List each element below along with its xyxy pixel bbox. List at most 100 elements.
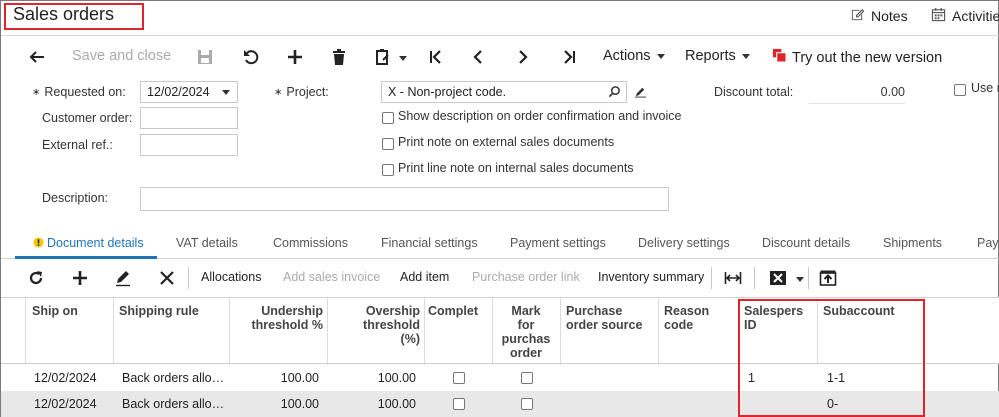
header-reason-code[interactable]: Reason code xyxy=(664,304,709,332)
refresh-icon[interactable] xyxy=(26,268,46,288)
customer-order-label: Customer order: xyxy=(42,111,133,125)
clipboard-dropdown-caret-icon[interactable] xyxy=(399,56,407,61)
header-undership-threshold[interactable]: Undership threshold % xyxy=(231,304,323,332)
tab-payment-settings[interactable]: Payment settings xyxy=(510,236,606,250)
last-record-icon[interactable] xyxy=(559,47,579,67)
header-mark-line4: order xyxy=(510,346,542,360)
reports-label: Reports xyxy=(685,48,736,64)
edit-row-icon[interactable] xyxy=(113,268,133,288)
print-note-external-checkbox[interactable] xyxy=(382,138,394,150)
delete-row-icon[interactable] xyxy=(157,268,177,288)
date-dropdown-caret-icon[interactable] xyxy=(222,90,230,95)
notes-label: Notes xyxy=(871,8,908,24)
tab-delivery-settings[interactable]: Delivery settings xyxy=(638,236,730,250)
upload-icon[interactable] xyxy=(818,268,838,288)
tab-payments[interactable]: Pay xyxy=(977,236,999,250)
cell-ship-on: 12/02/2024 xyxy=(34,397,97,411)
complete-checkbox[interactable] xyxy=(453,398,465,410)
header-purchase-order-source[interactable]: Purchase order source xyxy=(566,304,642,332)
delete-icon[interactable] xyxy=(329,47,349,67)
save-icon[interactable] xyxy=(195,47,215,67)
header-overship-line1: Overship xyxy=(365,304,420,318)
toolbar-separator xyxy=(754,267,755,289)
new-version-icon xyxy=(772,48,787,67)
notes-icon xyxy=(850,7,865,25)
notes-link[interactable]: Notes xyxy=(850,7,908,25)
complete-checkbox[interactable] xyxy=(453,372,465,384)
cell-undership: 100.00 xyxy=(280,371,319,385)
actions-caret-icon xyxy=(656,53,665,59)
discount-total-label: Discount total: xyxy=(714,85,794,99)
description-label: Description: xyxy=(42,191,108,205)
show-description-checkbox[interactable] xyxy=(382,112,394,124)
add-sales-invoice-button[interactable]: Add sales invoice xyxy=(283,270,380,284)
previous-record-icon[interactable] xyxy=(468,47,488,67)
project-label: Project: xyxy=(274,85,328,99)
tab-financial-settings[interactable]: Financial settings xyxy=(381,236,478,250)
tab-discount-details[interactable]: Discount details xyxy=(762,236,850,250)
tab-commissions[interactable]: Commissions xyxy=(273,236,348,250)
project-value: X - Non-project code. xyxy=(388,85,507,99)
grid-toolbar: Allocations Add sales invoice Add item P… xyxy=(1,259,999,297)
actions-menu[interactable]: Actions xyxy=(603,48,665,64)
print-line-note-checkbox[interactable] xyxy=(382,164,394,176)
discount-total-value: 0.00 xyxy=(809,85,905,104)
inventory-summary-button[interactable]: Inventory summary xyxy=(598,270,704,284)
export-excel-icon[interactable] xyxy=(768,268,788,288)
salesperson-subaccount-highlight xyxy=(738,299,925,417)
reports-menu[interactable]: Reports xyxy=(685,48,750,64)
cell-overship: 100.00 xyxy=(377,371,416,385)
try-new-version-label: Try out the new version xyxy=(792,49,943,66)
column-separator xyxy=(113,298,114,365)
add-icon[interactable] xyxy=(285,47,305,67)
mark-for-po-checkbox[interactable] xyxy=(521,398,533,410)
tab-document-details[interactable]: Document details xyxy=(33,236,144,251)
header-mark-line3: purchas xyxy=(501,332,551,346)
column-separator xyxy=(229,298,230,365)
mark-for-po-checkbox[interactable] xyxy=(521,372,533,384)
column-separator xyxy=(560,298,561,365)
add-item-button[interactable]: Add item xyxy=(400,270,449,284)
save-and-close-button[interactable]: Save and close xyxy=(72,48,171,64)
requested-on-field[interactable]: 12/02/2024 xyxy=(140,81,238,103)
header-complete[interactable]: Complet xyxy=(428,304,478,318)
header-overship-line2: threshold xyxy=(363,318,420,332)
search-icon[interactable] xyxy=(608,85,621,101)
header-po-source-line1: Purchase xyxy=(566,304,623,318)
customer-order-field[interactable] xyxy=(140,107,238,129)
cell-ship-on: 12/02/2024 xyxy=(34,371,97,385)
use-checkbox[interactable] xyxy=(954,84,966,96)
fit-columns-icon[interactable] xyxy=(723,268,743,288)
cell-overship: 100.00 xyxy=(377,397,416,411)
add-row-icon[interactable] xyxy=(70,268,90,288)
header-overship-threshold[interactable]: Overship threshold (%) xyxy=(329,304,420,346)
tab-shipments[interactable]: Shipments xyxy=(883,236,942,250)
tab-vat-details[interactable]: VAT details xyxy=(176,236,238,250)
try-new-version-button[interactable]: Try out the new version xyxy=(772,48,942,67)
external-ref-field[interactable] xyxy=(140,134,238,156)
edit-pencil-icon[interactable] xyxy=(634,85,647,101)
warning-icon xyxy=(33,237,44,251)
undo-icon[interactable] xyxy=(241,47,261,67)
next-record-icon[interactable] xyxy=(513,47,533,67)
export-dropdown-caret-icon[interactable] xyxy=(796,277,804,282)
activities-link[interactable]: Activitie xyxy=(931,7,999,25)
cell-shipping-rule: Back orders allo… xyxy=(122,397,225,411)
header-mark-for-purchase-order[interactable]: Mark for purchas order xyxy=(494,304,558,360)
clipboard-icon[interactable] xyxy=(373,47,393,67)
print-line-note-label: Print line note on internal sales docume… xyxy=(398,161,634,175)
header-ship-on[interactable]: Ship on xyxy=(32,304,78,318)
description-field[interactable] xyxy=(140,187,669,211)
toolbar-separator xyxy=(808,267,809,289)
reports-caret-icon xyxy=(741,53,750,59)
column-separator xyxy=(492,298,493,365)
back-arrow-icon[interactable] xyxy=(27,47,47,67)
use-label: Use r xyxy=(971,81,999,95)
header-reason-line2: code xyxy=(664,318,694,332)
header-mark-line2: for xyxy=(517,318,535,332)
purchase-order-link-button[interactable]: Purchase order link xyxy=(472,270,580,284)
project-field[interactable]: X - Non-project code. xyxy=(381,81,627,103)
first-record-icon[interactable] xyxy=(426,47,446,67)
header-shipping-rule[interactable]: Shipping rule xyxy=(119,304,199,318)
allocations-button[interactable]: Allocations xyxy=(201,270,261,284)
